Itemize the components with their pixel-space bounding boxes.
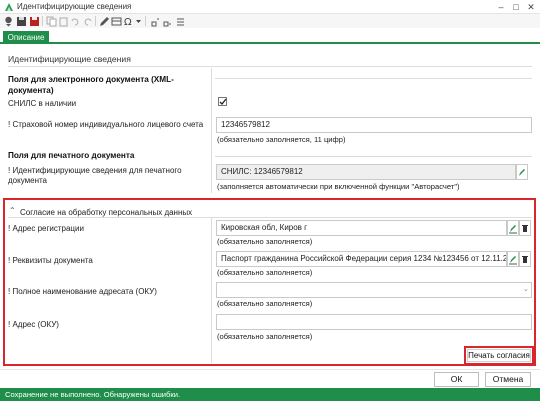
document-hint: (обязательно заполняется) [217, 268, 313, 277]
address-label: ! Адрес регистрации [8, 224, 84, 233]
edit-document-button[interactable] [507, 251, 519, 267]
app-logo-icon [5, 3, 13, 11]
document-field[interactable]: Паспорт гражданина Российской Федерации … [216, 251, 507, 267]
ok-button[interactable]: ОК [434, 372, 479, 387]
cancel-button[interactable]: Отмена [485, 372, 531, 387]
menu-icon[interactable] [3, 16, 14, 27]
tab-strip [0, 28, 540, 44]
svg-text:Ω: Ω [124, 17, 132, 27]
trash-icon [522, 256, 528, 263]
electronic-heading: Поля для электронного документа (XML-док… [8, 75, 174, 95]
snils-number-field[interactable]: 12346579812 [216, 117, 532, 133]
edit-icon[interactable] [99, 16, 110, 27]
chevron-down-icon[interactable] [133, 16, 144, 27]
print-consent-button[interactable]: Печать согласия [467, 349, 531, 362]
address-field[interactable]: Кировская обл, Киров г [216, 220, 507, 236]
paste-icon[interactable] [58, 16, 69, 27]
consent-heading: Согласие на обработку персональных данны… [20, 208, 193, 217]
maximize-icon[interactable]: □ [509, 1, 523, 13]
edit-ident-button[interactable] [516, 164, 528, 180]
close-icon[interactable]: ✕ [524, 1, 538, 13]
document-label: ! Реквизиты документа [8, 256, 93, 265]
chevron-up-icon[interactable]: ⌃ [9, 206, 16, 215]
pencil-icon [519, 169, 525, 176]
delete-address-button[interactable] [519, 220, 531, 236]
subscript-icon[interactable] [150, 16, 161, 27]
snils-number-hint: (обязательно заполняется, 11 цифр) [217, 135, 346, 144]
superscript-icon[interactable] [162, 16, 173, 27]
minimize-icon[interactable]: – [494, 1, 508, 13]
snils-present-label: СНИЛС в наличии [8, 99, 77, 108]
okw-name-select[interactable] [216, 282, 532, 298]
toolbar [0, 14, 540, 28]
save-icon[interactable] [16, 16, 27, 27]
address-hint: (обязательно заполняется) [217, 237, 313, 246]
ident-hint: (заполняется автоматически при включенно… [217, 182, 460, 191]
chevron-down-icon[interactable]: ⌄ [523, 285, 529, 293]
okw-name-hint: (обязательно заполняется) [217, 299, 313, 308]
snils-number-label: ! Страховой номер индивидуального лицево… [8, 120, 204, 129]
redo-icon[interactable] [82, 16, 93, 27]
snils-present-checkbox[interactable] [218, 97, 227, 106]
undo-icon[interactable] [70, 16, 81, 27]
delete-document-button[interactable] [519, 251, 531, 267]
check-icon [219, 98, 227, 105]
okw-name-label: ! Полное наименование адресата (ОКУ) [8, 287, 157, 296]
status-bar: Сохранение не выполнено. Обнаружены ошиб… [0, 388, 540, 401]
copy-icon[interactable] [46, 16, 57, 27]
ident-label: ! Идентифицирующие сведения для печатног… [8, 166, 182, 185]
okw-address-field[interactable] [216, 314, 532, 330]
print-heading: Поля для печатного документа [8, 151, 135, 160]
edit-address-button[interactable] [507, 220, 519, 236]
align-icon[interactable] [175, 16, 186, 27]
okw-address-label: ! Адрес (ОКУ) [8, 320, 59, 329]
section-title: Идентифицирующие сведения [8, 54, 131, 64]
pencil-icon [509, 256, 517, 265]
pencil-icon [509, 225, 517, 234]
ident-field[interactable]: СНИЛС: 12346579812 [216, 164, 516, 180]
save-close-icon[interactable] [29, 16, 40, 27]
okw-address-hint: (обязательно заполняется) [217, 332, 313, 341]
tab-description[interactable]: Описание [3, 31, 49, 44]
trash-icon [522, 225, 528, 232]
window-title: Идентифицирующие сведения [17, 2, 132, 11]
table-icon[interactable] [111, 16, 122, 27]
